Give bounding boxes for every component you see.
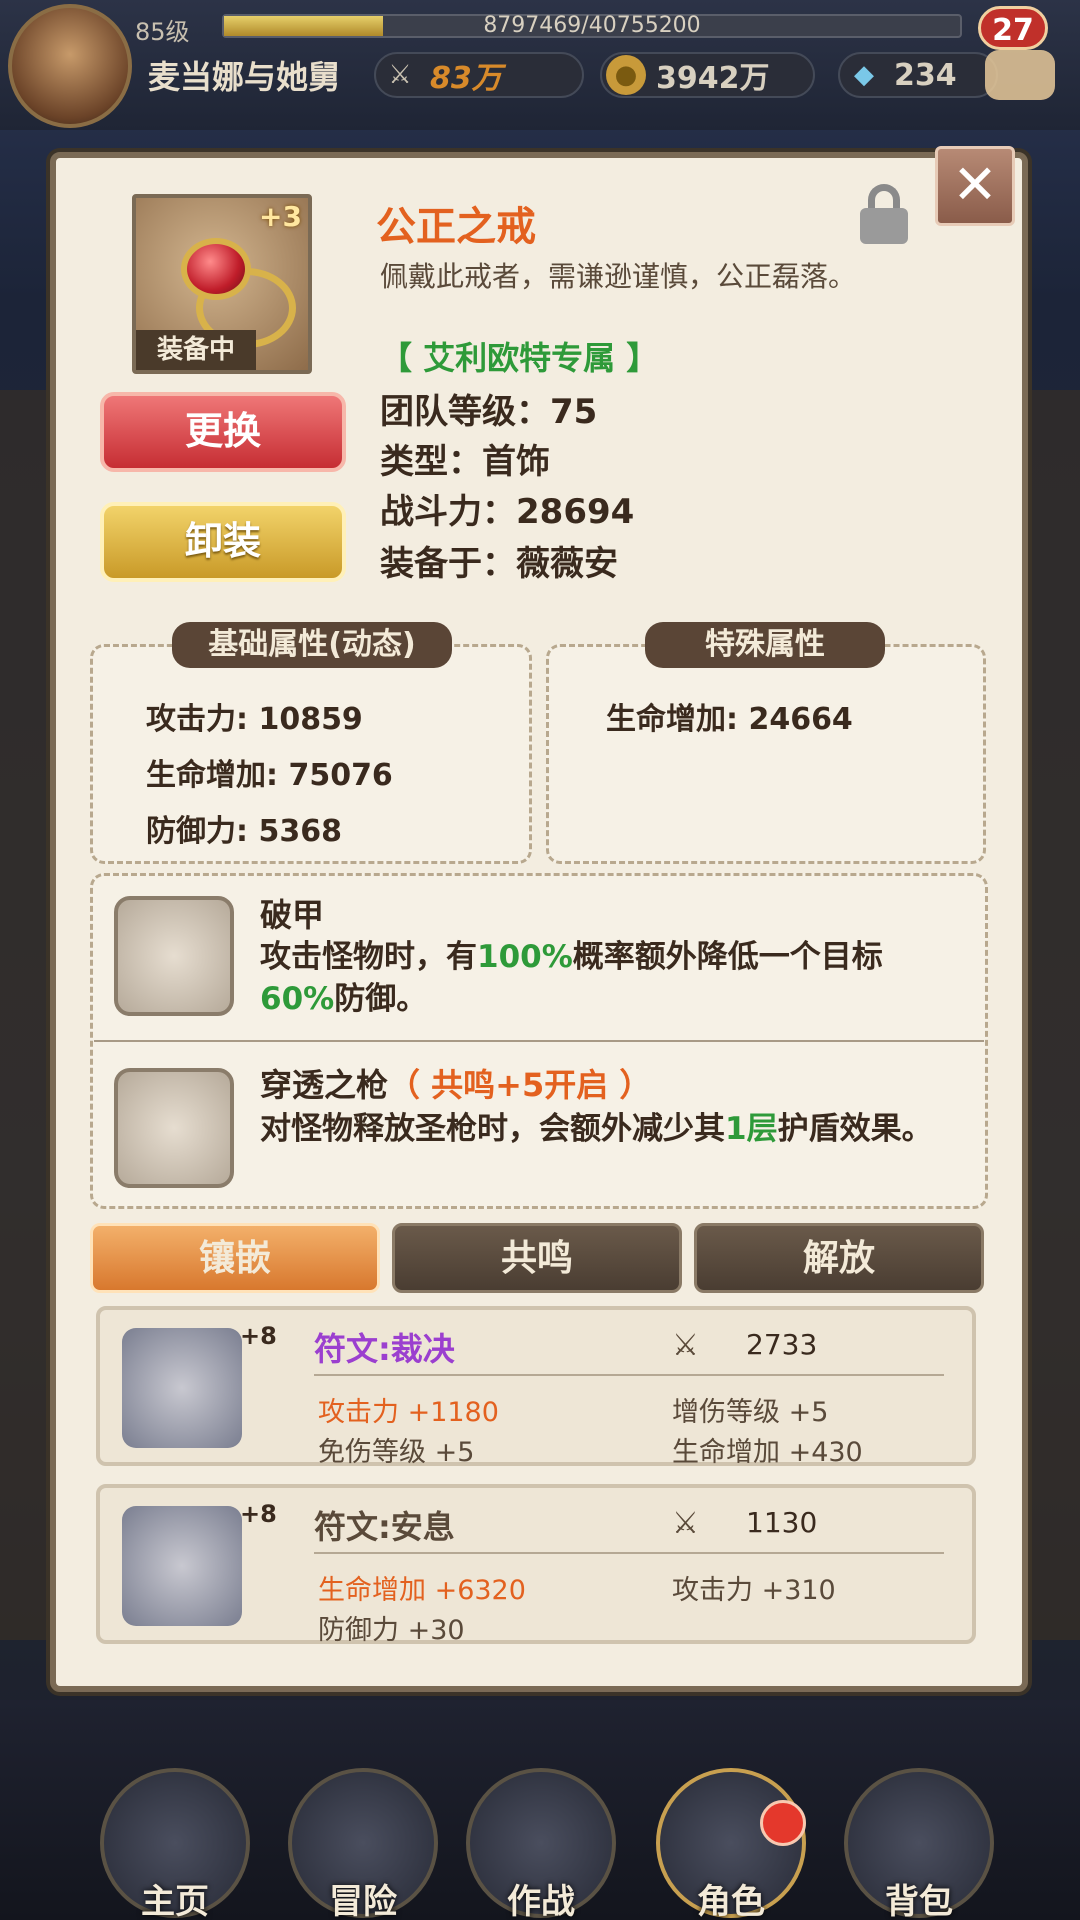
special-attributes-title: 特殊属性: [645, 622, 885, 668]
combat-power-display: ⚔ 83万: [374, 52, 584, 98]
replace-button[interactable]: 更换: [100, 392, 346, 472]
team-level: 团队等级：75: [380, 392, 598, 432]
armor-break-skill-icon: [114, 896, 234, 1016]
piercing-lance-skill-icon: [114, 1068, 234, 1188]
close-button[interactable]: ✕: [935, 146, 1015, 226]
special-attributes-box: [546, 644, 986, 864]
notification-badge[interactable]: 27: [978, 6, 1048, 50]
rune-stat: 攻击力 +1180: [318, 1397, 499, 1428]
crossed-swords-icon: ⚔: [388, 60, 412, 90]
gold-coin-icon: ●: [606, 55, 646, 95]
gold-display: ● 3942万: [600, 52, 815, 98]
nav-adventure[interactable]: 冒险: [288, 1874, 438, 1920]
exp-text: 8797469/40755200: [483, 13, 701, 38]
crossed-swords-icon: ⚔: [672, 1506, 699, 1541]
attr-hp: 生命增加: 75076: [146, 758, 393, 793]
gem-display: ◆ 234: [838, 52, 998, 98]
chat-icon[interactable]: [985, 50, 1055, 100]
attr-defense: 防御力: 5368: [146, 814, 342, 849]
skill-name: 破甲: [260, 896, 325, 934]
skill-description: 对怪物释放圣枪时，会额外减少其1层护盾效果。: [260, 1111, 933, 1147]
skull-rune-icon: [122, 1506, 242, 1626]
exclusive-tag: 【 艾利欧特专属 】: [380, 339, 659, 377]
tab-inlay[interactable]: 镶嵌: [90, 1223, 380, 1293]
item-power: 战斗力：28694: [380, 492, 635, 532]
gem-icon: ◆: [854, 60, 874, 90]
skill-name: 穿透之枪（ 共鸣+5开启 ）: [260, 1066, 652, 1104]
rune-level: +8: [240, 1322, 277, 1350]
rune-name: 符文:裁决: [314, 1330, 455, 1368]
ring-item-icon: +3 装备中: [132, 194, 312, 374]
special-attr-hp: 生命增加: 24664: [606, 702, 853, 737]
equipped-label: 装备中: [136, 330, 256, 370]
skill-divider: [94, 1040, 984, 1042]
trident-rune-icon: [122, 1328, 242, 1448]
attr-attack: 攻击力: 10859: [146, 702, 363, 737]
rune-divider: [314, 1374, 944, 1376]
rune-power: 1130: [746, 1506, 818, 1539]
enhance-level: +3: [259, 200, 302, 233]
nav-bag[interactable]: 背包: [844, 1874, 994, 1920]
rune-name: 符文:安息: [314, 1508, 455, 1546]
player-avatar[interactable]: [8, 4, 132, 128]
rune-stat: 防御力 +30: [318, 1615, 465, 1646]
gem-value: 234: [894, 57, 957, 93]
unequip-button[interactable]: 卸装: [100, 502, 346, 582]
rune-power: 2733: [746, 1328, 818, 1361]
combat-power-value: 83万: [430, 61, 502, 96]
base-attributes-title: 基础属性(动态): [172, 622, 452, 668]
rune-stat: 免伤等级 +5: [318, 1437, 475, 1468]
gold-value: 3942万: [656, 61, 770, 96]
item-name: 公正之戒: [376, 204, 536, 250]
rune-level: +8: [240, 1500, 277, 1528]
crossed-swords-icon: ⚔: [672, 1328, 699, 1363]
rune-stat: 生命增加 +6320: [318, 1575, 526, 1606]
rune-stat: 增伤等级 +5: [672, 1397, 829, 1428]
rune-slot[interactable]: +8 符文:安息 ⚔ 1130 生命增加 +6320 防御力 +30 攻击力 +…: [96, 1484, 976, 1646]
skill-description: 攻击怪物时，有100%概率额外降低一个目标 60%防御。: [260, 939, 883, 1017]
nav-home[interactable]: 主页: [100, 1874, 250, 1920]
tab-resonance[interactable]: 共鸣: [392, 1223, 682, 1293]
player-level: 85级: [135, 18, 190, 46]
player-name: 麦当娜与她舅: [148, 58, 341, 96]
tab-release[interactable]: 解放: [694, 1223, 984, 1293]
item-type: 类型：首饰: [380, 442, 550, 482]
ruby-gem-icon: [181, 238, 251, 300]
character-alert-dot: [760, 1800, 806, 1846]
nav-battle[interactable]: 作战: [466, 1874, 616, 1920]
exp-bar: 8797469/40755200: [222, 14, 962, 38]
lock-icon[interactable]: [860, 184, 908, 244]
rune-slot[interactable]: +8 符文:裁决 ⚔ 2733 攻击力 +1180 免伤等级 +5 增伤等级 +…: [96, 1306, 976, 1468]
nav-character[interactable]: 角色: [656, 1874, 806, 1920]
rune-stat: 生命增加 +430: [672, 1437, 863, 1468]
item-description: 佩戴此戒者，需谦逊谨慎，公正磊落。: [380, 260, 857, 293]
equipped-on: 装备于：薇薇安: [380, 544, 618, 584]
rune-divider: [314, 1552, 944, 1554]
rune-stat: 攻击力 +310: [672, 1575, 836, 1606]
